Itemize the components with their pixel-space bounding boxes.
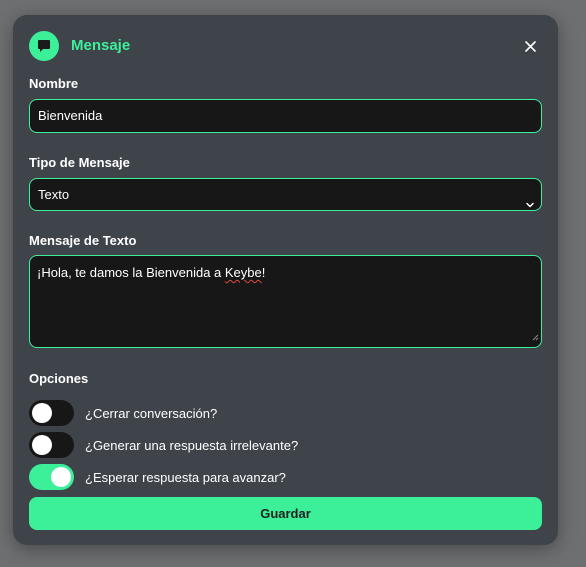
toggle-label: ¿Cerrar conversación? [85,405,218,421]
toggle-close-conversation[interactable]: ¿Cerrar conversación? [29,400,217,426]
dialog-header: Mensaje [29,31,542,61]
message-type-value: Texto [38,187,70,202]
message-type-select[interactable]: Texto [29,178,542,211]
chat-bubble-icon [29,31,59,61]
text-message-after: ! [261,265,266,280]
name-label: Nombre [29,76,79,91]
toggle-irrelevant-response[interactable]: ¿Generar una respuesta irrelevante? [29,432,298,458]
toggle-knob [51,467,71,487]
options-label: Opciones [29,371,89,386]
text-message-misspelled-word: Keybe [224,265,262,280]
save-button[interactable]: Guardar [29,497,542,530]
message-type-label: Tipo de Mensaje [29,155,130,170]
message-dialog: Mensaje Nombre Bienvenida Tipo de Mensaj… [13,15,558,545]
toggle-switch[interactable] [29,464,74,490]
text-message-label: Mensaje de Texto [29,233,137,248]
toggle-label: ¿Generar una respuesta irrelevante? [85,437,299,453]
toggle-switch[interactable] [29,432,74,458]
name-input-value: Bienvenida [38,108,103,123]
toggle-wait-response[interactable]: ¿Esperar respuesta para avanzar? [29,464,286,490]
toggle-label: ¿Esperar respuesta para avanzar? [85,469,286,485]
text-message-textarea[interactable]: ¡Hola, te damos la Bienvenida a Keybe! [29,255,542,348]
name-input[interactable]: Bienvenida [29,99,542,133]
toggle-knob [32,435,52,455]
close-icon[interactable] [518,34,542,58]
chevron-down-icon [525,190,535,221]
dialog-title: Mensaje [71,37,131,54]
resize-handle-icon[interactable] [531,329,539,345]
toggle-knob [32,403,52,423]
toggle-switch[interactable] [29,400,74,426]
save-button-label: Guardar [260,506,311,521]
text-message-before: ¡Hola, te damos la Bienvenida a [37,265,225,280]
